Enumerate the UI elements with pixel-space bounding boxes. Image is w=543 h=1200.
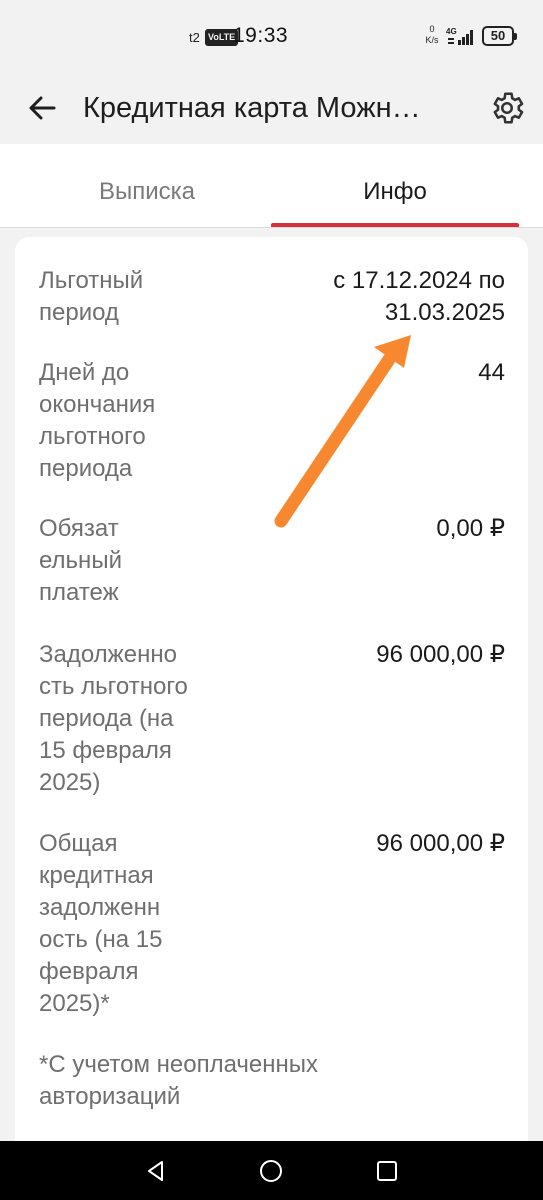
status-bar: t2 VoLTE 19:33 0 K/s 4G 50 [0, 0, 543, 72]
tab-bar: Выписка Инфо [0, 144, 543, 228]
label-line: период [39, 299, 119, 326]
battery-level: 50 [490, 28, 506, 43]
nav-back-icon [148, 1161, 163, 1181]
battery-icon: 50 [482, 26, 517, 46]
grace-period-row: Льготный период с 17.12.2024 по 31.03.20… [39, 265, 505, 329]
net-speed: 0 K/s [421, 24, 443, 46]
value-line: с 17.12.2024 по [333, 267, 505, 294]
label-line: периода [39, 455, 133, 482]
signal-icon: 4G [446, 27, 473, 45]
label-line: периода (на [39, 705, 174, 732]
label-line: ельный [39, 547, 122, 574]
nav-recents-button[interactable] [367, 1151, 407, 1191]
label-line: Общая [39, 830, 118, 857]
page-title: Кредитная карта Можн… [83, 92, 421, 124]
network-type-label: 4G [446, 27, 457, 36]
footnote: *С учетом неоплаченных авторизаций [39, 1049, 439, 1113]
tab-info[interactable]: Инфо [271, 144, 519, 228]
label-line: февраля [39, 958, 139, 985]
label-line: задолженн [39, 894, 161, 921]
label-line: кредитная [39, 862, 154, 889]
settings-button[interactable] [485, 86, 529, 130]
system-nav-bar [0, 1141, 543, 1200]
nav-recents-icon [377, 1161, 397, 1181]
app-bar: Кредитная карта Можн… [0, 72, 543, 144]
days-left-label: Дней до окончания льготного периода [39, 357, 155, 485]
label-line: 2025)* [39, 990, 110, 1017]
net-speed-value: 0 [429, 24, 435, 34]
nav-home-button[interactable] [251, 1151, 291, 1191]
label-line: Дней до [39, 359, 130, 386]
total-debt-row: Общая кредитная задолженн ость (на 15 фе… [39, 828, 505, 1020]
label-line: Обязат [39, 515, 119, 542]
back-button[interactable] [20, 86, 64, 130]
grace-debt-row: Задолженно сть льготного периода (на 15 … [39, 639, 505, 799]
label-line: сть льготного [39, 673, 188, 700]
footnote-line: авторизаций [39, 1083, 181, 1110]
status-time: 19:33 [233, 24, 289, 47]
label-line: Задолженно [39, 641, 177, 668]
net-speed-unit: K/s [425, 35, 439, 45]
grace-debt-value: 96 000,00 ₽ [376, 641, 505, 668]
label-line: льготного [39, 423, 146, 450]
mandatory-payment-label: Обязат ельный платеж [39, 513, 122, 609]
grace-period-label: Льготный период [39, 265, 143, 329]
nav-home-icon [260, 1160, 282, 1182]
value-line: 31.03.2025 [384, 299, 505, 326]
arrow-left-icon [29, 96, 56, 120]
mandatory-payment-value: 0,00 ₽ [436, 515, 505, 542]
label-line: 15 февраля [39, 737, 172, 764]
label-line: платеж [39, 579, 119, 606]
info-card: Льготный период с 17.12.2024 по 31.03.20… [15, 237, 528, 1157]
days-left-row: Дней до окончания льготного периода 44 [39, 357, 505, 485]
footnote-line: *С учетом неоплаченных [39, 1051, 319, 1078]
total-debt-value: 96 000,00 ₽ [376, 830, 505, 857]
label-line: окончания [39, 391, 156, 418]
label-line: ость (на 15 [39, 926, 163, 953]
nav-back-button[interactable] [136, 1151, 176, 1191]
grace-debt-label: Задолженно сть льготного периода (на 15 … [39, 639, 188, 799]
tab-statement[interactable]: Выписка [23, 144, 271, 228]
gear-icon [493, 92, 524, 124]
label-line: 2025) [39, 769, 101, 796]
active-tab-indicator [271, 223, 519, 227]
grace-period-value: с 17.12.2024 по 31.03.2025 [333, 265, 505, 329]
days-left-value: 44 [478, 359, 505, 386]
total-debt-label: Общая кредитная задолженн ость (на 15 фе… [39, 828, 162, 1020]
carrier-label: t2 [189, 30, 200, 45]
label-line: Льготный [39, 267, 144, 294]
mandatory-payment-row: Обязат ельный платеж 0,00 ₽ [39, 513, 505, 609]
